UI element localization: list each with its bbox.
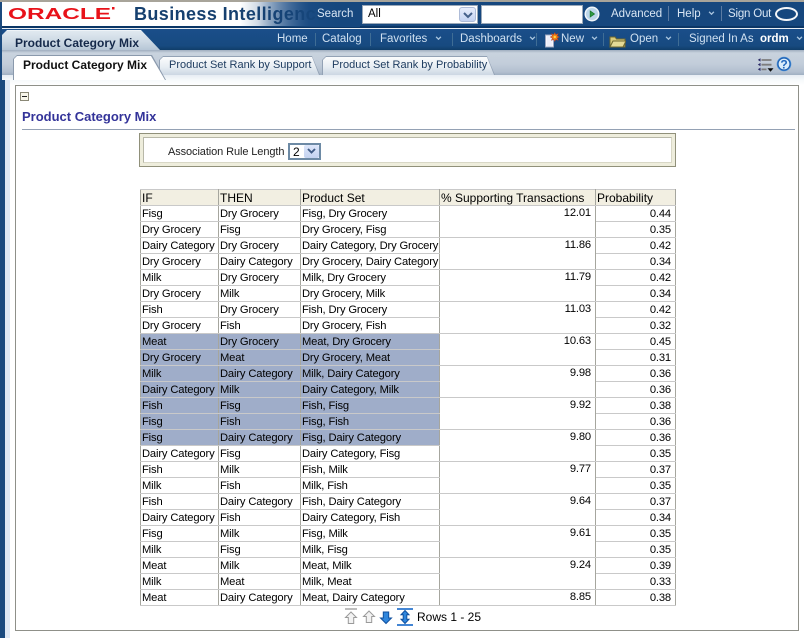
svg-text:ORACLE: ORACLE [8, 6, 111, 22]
svg-text:?: ? [780, 58, 787, 72]
